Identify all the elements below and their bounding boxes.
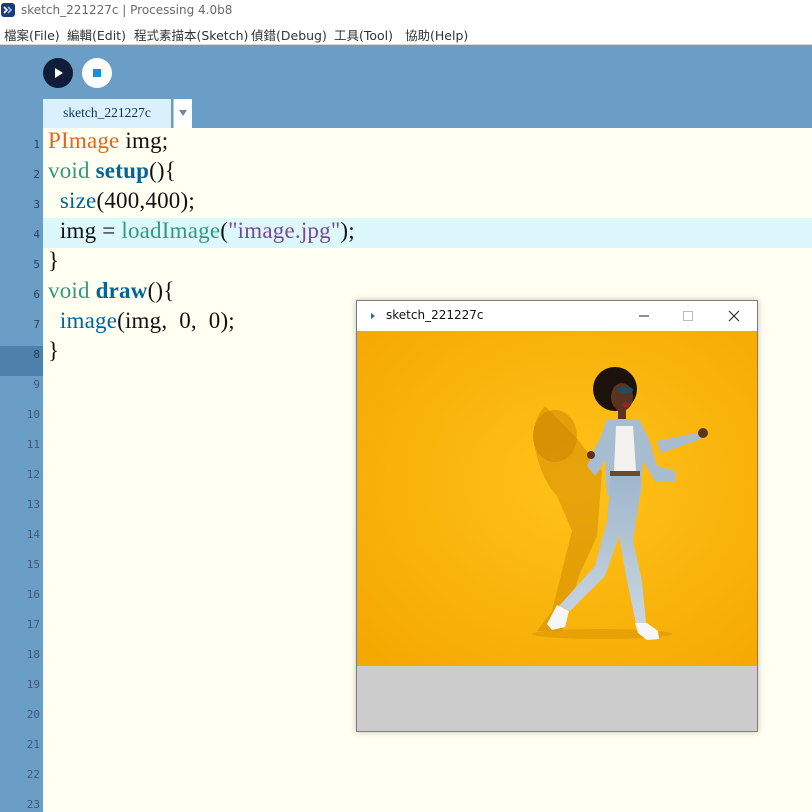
- code-token: draw: [95, 278, 148, 303]
- code-line[interactable]: PImage img;: [48, 128, 168, 154]
- minimize-icon: [639, 315, 649, 317]
- line-number: 12: [26, 468, 40, 481]
- sketch-window: sketch_221227c: [356, 300, 758, 732]
- run-button[interactable]: [43, 58, 73, 88]
- line-number: 7: [33, 318, 40, 331]
- line-number: 21: [26, 738, 40, 751]
- code-token: (400,400);: [96, 188, 195, 213]
- line-number: 3: [33, 198, 40, 211]
- minimize-button[interactable]: [621, 301, 667, 331]
- line-number: 18: [26, 648, 40, 661]
- stop-button[interactable]: [82, 58, 112, 88]
- line-number: 16: [26, 588, 40, 601]
- line-number: 20: [26, 708, 40, 721]
- code-token: (){: [147, 278, 175, 303]
- code-line[interactable]: img = loadImage("image.jpg");: [48, 218, 355, 244]
- menu-help[interactable]: 協助(Help): [405, 25, 468, 44]
- menu-sketch[interactable]: 程式素描本(Sketch): [134, 25, 248, 44]
- code-token: PImage: [48, 128, 120, 153]
- code-token: void: [48, 278, 90, 303]
- line-number: 19: [26, 678, 40, 691]
- code-token: );: [340, 218, 355, 243]
- code-line[interactable]: }: [48, 248, 59, 274]
- line-number: 10: [26, 408, 40, 421]
- line-number: 9: [33, 378, 40, 391]
- tab-label: sketch_221227c: [63, 105, 151, 120]
- menu-tool[interactable]: 工具(Tool): [334, 25, 393, 44]
- code-token: loadImage: [121, 218, 221, 243]
- window-title: sketch_221227c | Processing 4.0b8: [21, 3, 233, 17]
- code-line[interactable]: void setup(){: [48, 158, 176, 184]
- code-line[interactable]: size(400,400);: [48, 188, 195, 214]
- play-icon: [55, 68, 63, 78]
- menu-debug[interactable]: 偵錯(Debug): [251, 25, 327, 44]
- menu-bar: 檔案(File) 編輯(Edit) 程式素描本(Sketch) 偵錯(Debug…: [0, 22, 812, 45]
- sketch-window-titlebar[interactable]: sketch_221227c: [357, 301, 757, 331]
- sketch-window-icon: [371, 313, 375, 319]
- code-token: (: [220, 218, 229, 243]
- sketch-canvas: [357, 331, 757, 666]
- code-line[interactable]: image(img, 0, 0);: [48, 308, 235, 334]
- line-number: 8: [33, 348, 40, 361]
- line-number: 23: [26, 798, 40, 811]
- line-number: 6: [33, 288, 40, 301]
- maximize-button[interactable]: [665, 301, 711, 331]
- line-number-gutter: 1 2 3 4 5 6 7 8 9 10 11 12 13 14 15 16 17 18 19 20 21 22 23: [0, 128, 43, 812]
- maximize-icon: [683, 311, 693, 321]
- tab-menu-button[interactable]: [173, 99, 192, 128]
- stop-icon: [93, 69, 101, 77]
- code-line[interactable]: void draw(){: [48, 278, 175, 304]
- chevron-down-icon: [179, 110, 187, 116]
- code-token: img;: [119, 128, 169, 153]
- sketch-window-title: sketch_221227c: [386, 308, 484, 322]
- line-number: 14: [26, 528, 40, 541]
- window-titlebar: sketch_221227c | Processing 4.0b8: [0, 0, 812, 22]
- line-number: 5: [33, 258, 40, 271]
- code-token: (){: [149, 158, 177, 183]
- code-line[interactable]: }: [48, 338, 59, 364]
- code-token: img =: [48, 218, 122, 243]
- code-token: (img, 0, 0);: [117, 308, 235, 333]
- toolbar: sketch_221227c: [0, 45, 812, 128]
- processing-app-icon: [1, 3, 15, 17]
- line-number: 17: [26, 618, 40, 631]
- line-number: 1: [33, 138, 40, 151]
- code-token: }: [48, 338, 60, 363]
- line-number: 4: [33, 228, 40, 241]
- sketch-canvas-empty-area: [357, 666, 757, 731]
- code-token: }: [48, 248, 60, 273]
- close-icon: [728, 310, 740, 322]
- code-token: size: [59, 188, 97, 213]
- close-button[interactable]: [711, 301, 757, 331]
- menu-edit[interactable]: 編輯(Edit): [67, 25, 126, 44]
- line-number: 22: [26, 768, 40, 781]
- dancing-woman-photo: [357, 331, 757, 666]
- code-token: void: [48, 158, 90, 183]
- tab-sketch[interactable]: sketch_221227c: [43, 99, 171, 128]
- menu-file[interactable]: 檔案(File): [4, 25, 60, 44]
- code-token: image: [59, 308, 118, 333]
- line-number: 13: [26, 498, 40, 511]
- code-token: "image.jpg": [228, 218, 341, 243]
- code-token: setup: [95, 158, 150, 183]
- line-number: 2: [33, 168, 40, 181]
- line-number: 15: [26, 558, 40, 571]
- line-number: 11: [26, 438, 40, 451]
